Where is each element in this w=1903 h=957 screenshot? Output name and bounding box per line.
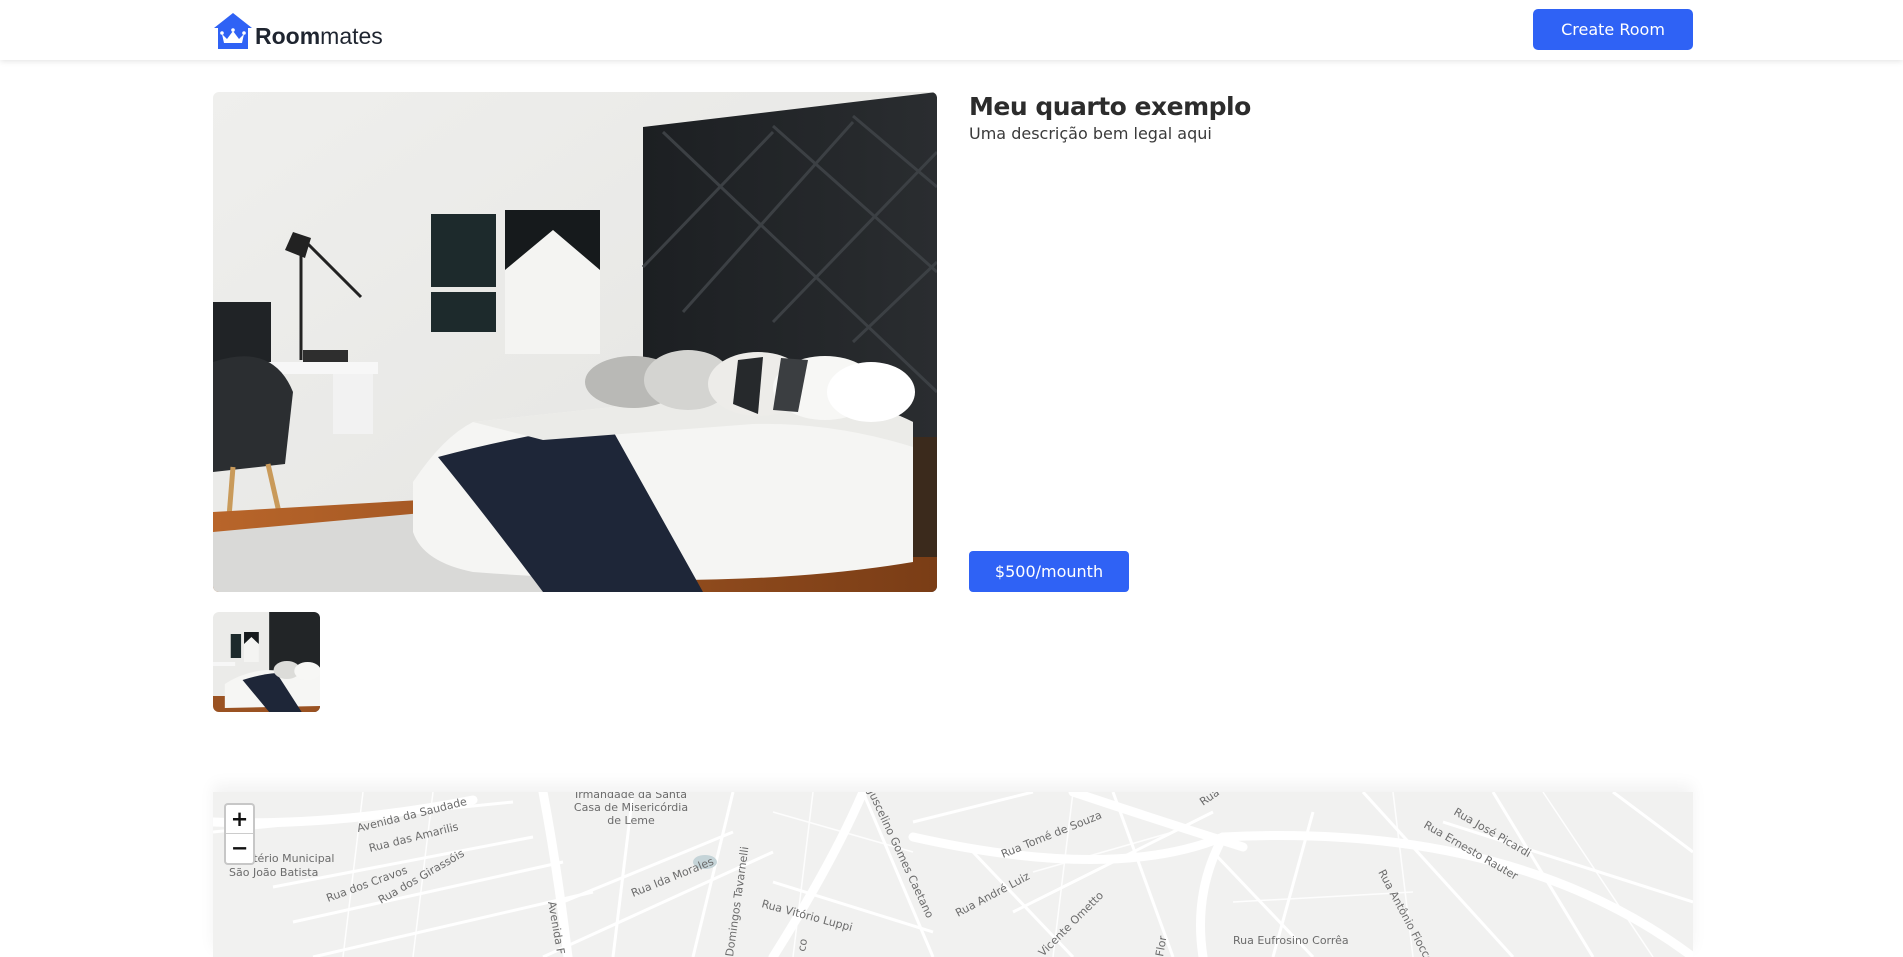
logo-text-bold: Room bbox=[255, 23, 321, 49]
zoom-control: + − bbox=[224, 803, 255, 865]
room-thumbnail[interactable] bbox=[213, 612, 320, 712]
location-map[interactable]: + − Avenida da Saudade Rua das Amarilis … bbox=[213, 792, 1693, 957]
map-label-rua-eufrosino-correa: Rua Eufrosino Corrêa bbox=[1233, 934, 1349, 947]
roommates-logo[interactable]: Roommates bbox=[213, 8, 383, 50]
logo-text-regular: mates bbox=[320, 23, 383, 49]
map-label-santa-casa-1: Irmandade da Santa bbox=[575, 792, 687, 801]
zoom-out-button[interactable]: − bbox=[226, 834, 253, 863]
room-main-photo bbox=[213, 92, 937, 592]
top-navbar: Roommates Create Room bbox=[0, 0, 1903, 60]
map-tiles: Avenida da Saudade Rua das Amarilis Rua … bbox=[213, 792, 1693, 957]
house-crown-icon bbox=[214, 13, 252, 49]
zoom-in-button[interactable]: + bbox=[226, 805, 253, 834]
logo-text: Roommates bbox=[255, 23, 383, 49]
map-label-co: co bbox=[795, 937, 810, 952]
bedroom-photo bbox=[213, 92, 937, 592]
price-button[interactable]: $500/mounth bbox=[969, 551, 1129, 592]
map-label-cemiterio-2: São João Batista bbox=[229, 866, 318, 879]
room-description: Uma descrição bem legal aqui bbox=[969, 124, 1212, 143]
room-title: Meu quarto exemplo bbox=[969, 92, 1251, 121]
bedroom-thumbnail-photo bbox=[213, 612, 320, 712]
map-label-santa-casa-3: de Leme bbox=[607, 814, 655, 827]
create-room-button[interactable]: Create Room bbox=[1533, 9, 1693, 50]
map-label-santa-casa-2: Casa de Misericórdia bbox=[574, 801, 688, 814]
